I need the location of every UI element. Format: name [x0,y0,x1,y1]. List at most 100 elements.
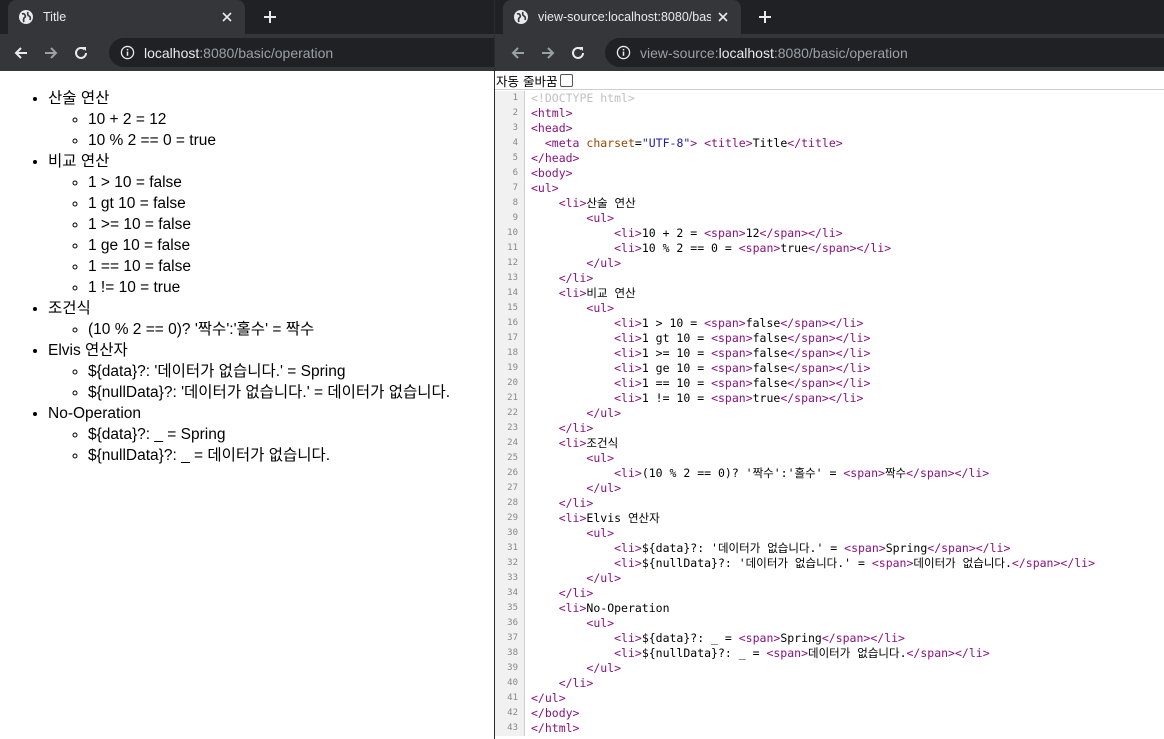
source-line: 42 </body> [495,706,1164,721]
line-number: 24 [495,436,525,451]
source-line: 15 <ul> [495,301,1164,316]
line-number: 32 [495,556,525,571]
line-number: 17 [495,331,525,346]
source-code: <li>10 % 2 == 0 = <span>true</span></li> [614,241,892,255]
tab-active[interactable]: Title [8,0,245,34]
source-code: <li>${nullData}?: _ = <span>데이터가 없습니다.</… [614,646,990,660]
address-bar[interactable]: localhost:8080/basic/operation [109,38,494,67]
list-item-label: 비교 연산 [48,153,110,170]
source-code: <li>Elvis 연산자 [558,511,660,525]
sub-list-item: ${data}?: _ = Spring [88,424,494,445]
sub-list-item: 10 + 2 = 12 [88,109,494,130]
globe-icon [18,9,34,25]
info-icon[interactable] [119,45,135,61]
reload-icon[interactable] [66,38,96,68]
back-arrow-icon[interactable] [503,38,533,68]
source-line: 8 <li>산술 연산 [495,196,1164,211]
forward-arrow-icon[interactable] [36,38,66,68]
source-code: </li> [558,586,594,600]
list-item: No-Operation ${data}?: _ = Spring${nullDa… [48,403,494,466]
url-host: localhost [718,44,774,61]
address-bar[interactable]: view-source:localhost:8080/basic/operati… [605,38,1164,67]
source-code: <ul> [586,211,615,225]
sub-list-item: 1 >= 10 = false [88,214,494,235]
line-number: 39 [495,661,525,676]
source-line: 35 <li>No-Operation [495,601,1164,616]
line-number: 33 [495,571,525,586]
line-number: 6 [495,166,525,181]
source-line: 38 <li>${nullData}?: _ = <span>데이터가 없습니다… [495,646,1164,661]
line-wrap-checkbox[interactable] [560,73,574,87]
source-line: 2 <html> [495,106,1164,121]
reload-icon[interactable] [563,38,593,68]
tab-active[interactable]: view-source:localhost:8080/basic [503,0,741,34]
source-code: <li>1 != 10 = <span>true</span></li> [614,391,864,405]
source-code: <li>${data}?: _ = <span>Spring</span></l… [614,631,905,645]
source-line: 28 </li> [495,496,1164,511]
line-number: 26 [495,466,525,481]
tab-title: Title [43,10,67,24]
line-number: 12 [495,256,525,271]
source-line: 24 <li>조건식 [495,436,1164,451]
list-item-label: No-Operation [48,405,142,422]
source-line: 29 <li>Elvis 연산자 [495,511,1164,526]
page-content: 산술 연산 10 + 2 = 1210 % 2 == 0 = true 비교 연산 1… [0,71,494,739]
sub-list: ${data}?: _ = Spring${nullData}?: _ = 데이… [48,424,494,466]
source-code: <li>1 > 10 = <span>false</span></li> [614,316,864,330]
source-code: <ul> [586,526,615,540]
url-text: view-source:localhost:8080/basic/operati… [640,45,908,61]
source-code: </body> [531,706,580,720]
source-line: 34 </li> [495,586,1164,601]
source-line: 13 </li> [495,271,1164,286]
line-number: 2 [495,106,525,121]
source-code: </head> [531,151,580,165]
source-code: <li>No-Operation [558,601,670,615]
source-line: 18 <li>1 >= 10 = <span>false</span></li> [495,346,1164,361]
source-line: 27 </ul> [495,481,1164,496]
line-number: 43 [495,721,525,736]
line-number: 8 [495,196,525,211]
list-item-label: 조건식 [48,300,91,317]
browser-window-left: Title localhost:8080/basic/operation 산술 … [0,0,494,739]
sub-list: (10 % 2 == 0)? '짝수':'홀수' = 짝수 [48,319,494,340]
view-source-page: 자동 줄바꿈 1 <!DOCTYPE html> 2 <html> 3 <head> 4 <… [495,71,1164,739]
sub-list-item: 1 != 10 = true [88,277,494,298]
source-line: 4 <meta charset="UTF-8"> <title>Title</t… [495,136,1164,151]
source-line: 26 <li>(10 % 2 == 0)? '짝수':'홀수' = <span>… [495,466,1164,481]
url-host: localhost [144,44,200,61]
line-number: 5 [495,151,525,166]
source-line: 3 <head> [495,121,1164,136]
source-line: 39 </ul> [495,661,1164,676]
source-line: 12 </ul> [495,256,1164,271]
line-number: 10 [495,226,525,241]
line-wrap-row: 자동 줄바꿈 [495,71,1164,90]
close-icon[interactable] [715,9,731,25]
source-line: 9 <ul> [495,211,1164,226]
line-number: 34 [495,586,525,601]
line-number: 14 [495,286,525,301]
source-line: 31 <li>${data}?: '데이터가 없습니다.' = <span>Sp… [495,541,1164,556]
new-tab-button[interactable] [756,8,774,26]
line-number: 18 [495,346,525,361]
source-code: <li>비교 연산 [558,286,636,300]
close-icon[interactable] [219,9,235,25]
list-item: Elvis 연산자 ${data}?: '데이터가 없습니다.' = Spring… [48,340,494,403]
sub-list-item: ${nullData}?: '데이터가 없습니다.' = 데이터가 없습니다. [88,382,494,403]
source-line: 33 </ul> [495,571,1164,586]
url-path: :8080/basic/operation [199,44,334,61]
forward-arrow-icon[interactable] [533,38,563,68]
line-number: 42 [495,706,525,721]
source-code: </li> [558,421,594,435]
source-line: 36 <ul> [495,616,1164,631]
info-icon[interactable] [615,45,631,61]
new-tab-button[interactable] [261,8,279,26]
source-code: <ul> [586,301,615,315]
source-line: 41 </ul> [495,691,1164,706]
source-code: <li>조건식 [558,436,619,450]
source-code: <li>1 gt 10 = <span>false</span></li> [614,331,871,345]
source-code: <ul> [531,181,559,195]
line-number: 38 [495,646,525,661]
source-code: </ul> [531,691,566,705]
back-arrow-icon[interactable] [6,38,36,68]
source-line: 17 <li>1 gt 10 = <span>false</span></li> [495,331,1164,346]
